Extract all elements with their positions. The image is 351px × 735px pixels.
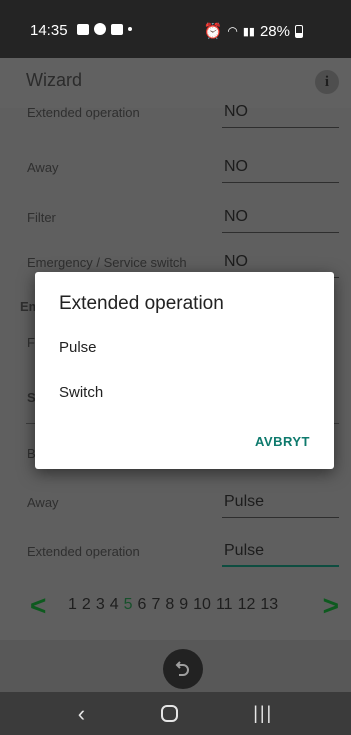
undo-back-button[interactable]: [163, 649, 203, 689]
wizard-pager: < 1 2 3 4 5 6 7 8 9 10 11 12 13 >: [0, 590, 351, 622]
page-number[interactable]: 13: [260, 596, 278, 614]
row-value-dropdown[interactable]: NO: [222, 100, 339, 128]
messenger-notification-icon: [94, 23, 106, 35]
page-number[interactable]: 12: [238, 596, 256, 614]
row-label-partial: F: [27, 335, 35, 350]
status-time: 14:35: [30, 22, 68, 39]
page-number[interactable]: 8: [165, 596, 174, 614]
row-label: Away: [27, 495, 59, 510]
page-number[interactable]: 10: [193, 596, 211, 614]
cancel-button[interactable]: AVBRYT: [255, 434, 310, 449]
nav-home-icon[interactable]: [160, 705, 178, 722]
status-bar: 14:35 ⏰ ◠ ▮▮ 28%: [0, 0, 351, 58]
row-value-dropdown-focused[interactable]: Pulse: [222, 539, 339, 567]
app-notification-icon: [111, 23, 123, 35]
nav-back-icon[interactable]: ‹: [78, 701, 85, 727]
nav-recents-icon[interactable]: |||: [253, 703, 273, 724]
dialog-title: Extended operation: [59, 293, 224, 314]
gallery-notification-icon: [77, 23, 89, 35]
dialog-option-pulse[interactable]: Pulse: [35, 328, 334, 368]
page-number[interactable]: 6: [138, 596, 147, 614]
page-number[interactable]: 1: [68, 596, 77, 614]
extended-operation-dialog: Extended operation Pulse Switch AVBRYT: [35, 272, 334, 469]
row-label: Extended operation: [27, 105, 140, 120]
form-row-extended-operation[interactable]: Extended operation NO: [0, 88, 351, 128]
undo-arrow-icon: [175, 661, 189, 676]
page-numbers: 1 2 3 4 5 6 7 8 9 10 11 12 13: [68, 596, 278, 614]
page-number[interactable]: 9: [179, 596, 188, 614]
row-label: Filter: [27, 210, 56, 225]
wifi-icon: ◠: [227, 24, 238, 38]
signal-icon: ▮▮: [242, 25, 255, 38]
page-number[interactable]: 11: [216, 596, 233, 614]
form-row-away[interactable]: Away NO: [0, 143, 351, 183]
row-value-dropdown[interactable]: NO: [222, 155, 339, 183]
form-row-filter[interactable]: Filter NO: [0, 193, 351, 233]
row-value-dropdown[interactable]: Pulse: [222, 490, 339, 518]
notification-icons: [77, 23, 132, 35]
page-number[interactable]: 3: [96, 596, 105, 614]
page-number-current[interactable]: 5: [124, 596, 133, 614]
form-row-extended-operation-2[interactable]: Extended operation Pulse: [0, 527, 351, 567]
next-page-button[interactable]: >: [323, 592, 339, 620]
more-notifications-dot-icon: [128, 27, 132, 31]
row-label: Away: [27, 160, 59, 175]
page-number[interactable]: 2: [82, 596, 91, 614]
row-label: Emergency / Service switch: [27, 255, 187, 270]
alarm-icon: ⏰: [203, 23, 223, 40]
system-status-icons: ⏰ ◠ ▮▮ 28%: [204, 22, 303, 40]
row-value-dropdown[interactable]: NO: [222, 205, 339, 233]
system-navigation-bar: ‹ |||: [0, 692, 351, 735]
page-number[interactable]: 7: [151, 596, 160, 614]
form-row-away-2[interactable]: Away Pulse: [0, 478, 351, 518]
battery-percent: 28%: [259, 22, 290, 40]
row-label: Extended operation: [27, 544, 140, 559]
previous-page-button[interactable]: <: [30, 592, 46, 620]
battery-icon: [295, 24, 303, 38]
dialog-option-switch[interactable]: Switch: [35, 373, 334, 413]
page-number[interactable]: 4: [110, 596, 119, 614]
